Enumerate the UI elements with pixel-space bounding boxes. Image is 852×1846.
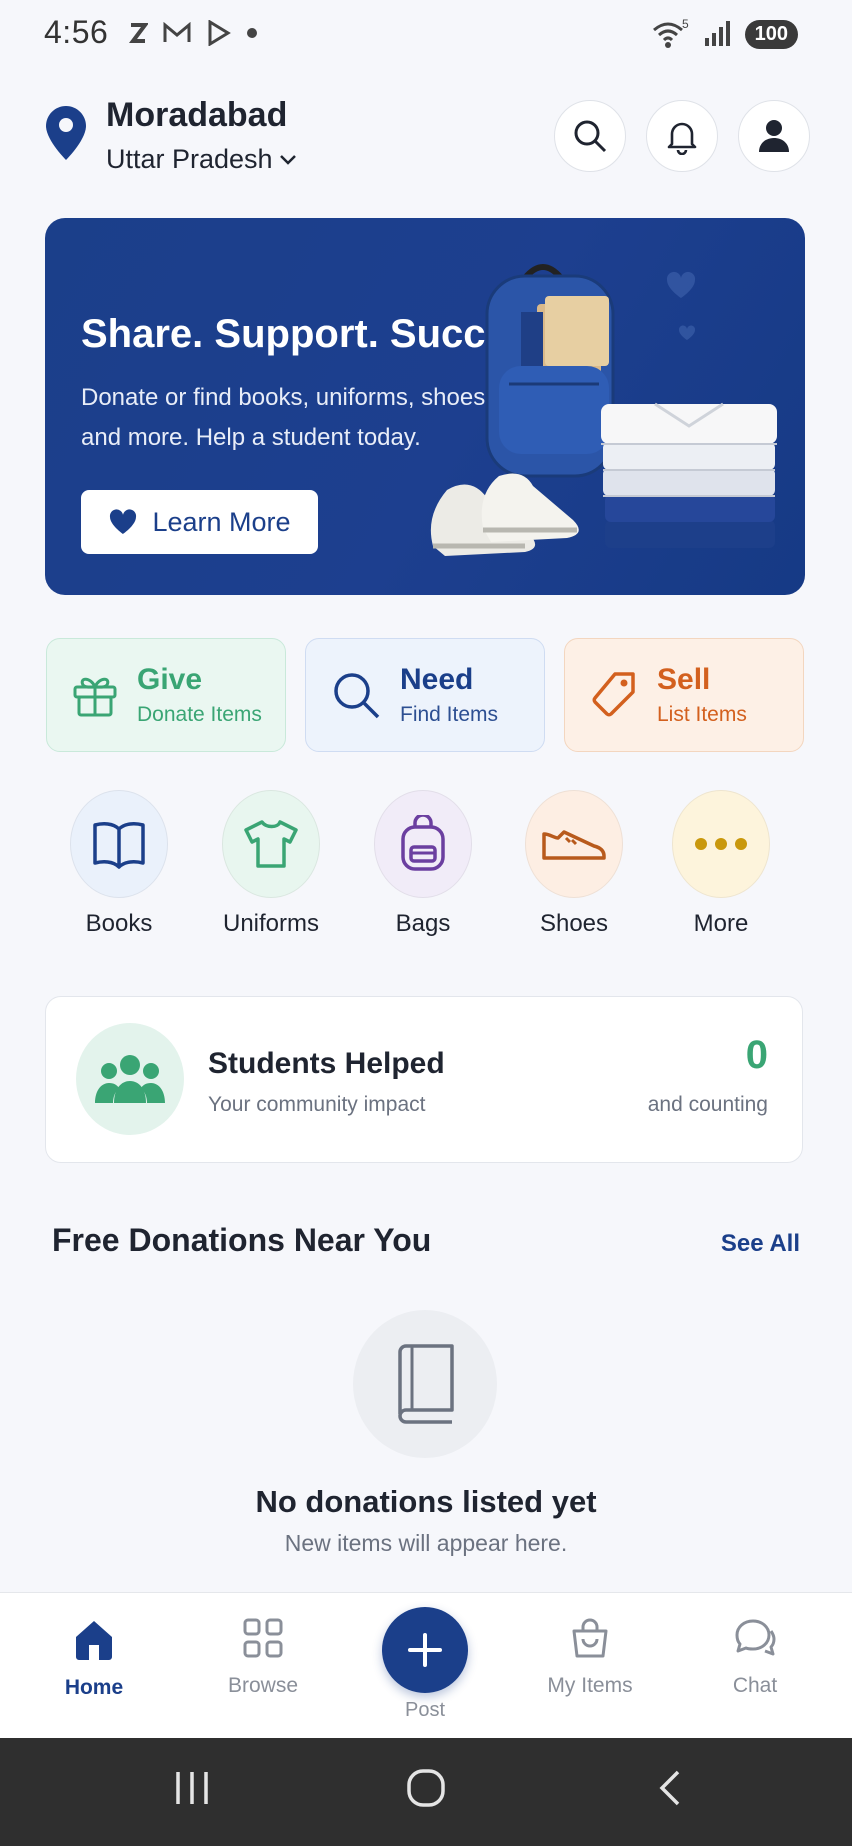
system-icons: 5 100 <box>651 18 798 50</box>
gmail-icon <box>163 22 191 42</box>
wifi-icon: 5 <box>652 18 689 48</box>
give-card[interactable]: Give Donate Items <box>46 638 286 752</box>
need-card[interactable]: Need Find Items <box>305 638 545 752</box>
wifi-badge: 5 <box>682 18 689 31</box>
category-shoes[interactable]: Shoes <box>514 790 634 938</box>
chevron-down-icon <box>279 154 296 165</box>
impact-title: Students Helped <box>208 1047 445 1080</box>
location-pin-icon[interactable] <box>44 104 88 167</box>
backpack-icon <box>401 815 445 871</box>
nav-chat[interactable]: Chat <box>685 1617 825 1698</box>
shopping-bag-icon <box>572 1618 608 1658</box>
home-icon <box>76 1621 112 1660</box>
empty-state-title: No donations listed yet <box>255 1484 597 1519</box>
sell-card[interactable]: Sell List Items <box>564 638 804 752</box>
notifications-button[interactable] <box>646 100 718 172</box>
tag-icon <box>592 672 635 717</box>
nav-home-label: Home <box>64 1676 124 1699</box>
notification-icons <box>128 20 258 46</box>
learn-more-label: Learn More <box>152 506 291 537</box>
empty-state-icon-circle <box>353 1310 497 1458</box>
learn-more-button[interactable]: Learn More <box>81 490 318 554</box>
category-books-label: Books <box>85 910 153 937</box>
sell-subtitle: List Items <box>657 703 747 726</box>
system-navigation-bar <box>0 1738 852 1846</box>
users-icon <box>95 1055 165 1103</box>
category-books[interactable]: Books <box>59 790 179 938</box>
section-title: Free Donations Near You <box>52 1222 432 1258</box>
z-icon <box>129 23 148 43</box>
status-bar: 4:56 5 100 <box>0 0 852 70</box>
nav-browse[interactable]: Browse <box>193 1617 333 1698</box>
category-bags-label: Bags <box>395 910 451 937</box>
chat-icon <box>735 1619 776 1656</box>
impact-subtitle: Your community impact <box>208 1093 426 1116</box>
post-button[interactable] <box>382 1607 468 1693</box>
bottom-navigation: Home Browse Post My Items Chat <box>0 1592 852 1738</box>
nav-browse-label: Browse <box>227 1674 299 1697</box>
book-icon <box>398 1344 454 1424</box>
search-icon <box>574 120 607 153</box>
gift-icon <box>73 677 117 717</box>
status-time: 4:56 <box>44 14 109 50</box>
nav-my-items-label: My Items <box>547 1674 633 1697</box>
sell-title: Sell <box>657 663 711 696</box>
category-shoes-circle <box>525 790 623 898</box>
nav-chat-label: Chat <box>732 1674 778 1697</box>
search-button[interactable] <box>554 100 626 172</box>
profile-button[interactable] <box>738 100 810 172</box>
search-icon <box>334 673 380 719</box>
school-supplies-illustration <box>430 264 777 556</box>
location-region-selector[interactable]: Uttar Pradesh <box>106 144 297 175</box>
nav-post-label: Post <box>404 1699 446 1721</box>
shoe-icon <box>542 830 606 860</box>
recent-apps-icon[interactable] <box>172 1768 212 1808</box>
book-icon <box>93 822 145 869</box>
nav-my-items[interactable]: My Items <box>520 1617 660 1698</box>
give-subtitle: Donate Items <box>137 703 262 726</box>
category-uniforms-circle <box>222 790 320 898</box>
nav-home[interactable]: Home <box>24 1617 164 1700</box>
back-icon[interactable] <box>650 1768 690 1808</box>
category-bags[interactable]: Bags <box>363 790 483 938</box>
give-title: Give <box>137 663 203 696</box>
signal-icon <box>704 21 730 46</box>
category-more-label: More <box>693 910 749 937</box>
empty-state-subtitle: New items will appear here. <box>284 1530 568 1556</box>
grid-icon <box>243 1618 283 1658</box>
location-region: Uttar Pradesh <box>106 144 273 174</box>
plus-icon <box>408 1633 442 1667</box>
impact-count-subtitle: and counting <box>647 1093 768 1116</box>
need-subtitle: Find Items <box>400 703 499 726</box>
more-icon <box>695 838 747 850</box>
profile-icon <box>759 120 789 152</box>
see-all-link[interactable]: See All <box>721 1230 800 1258</box>
heart-icon <box>110 509 137 534</box>
community-icon-circle <box>76 1023 184 1135</box>
category-books-circle <box>70 790 168 898</box>
category-more[interactable]: More <box>661 790 781 938</box>
hero-banner: Share. Support. Succeed. Donate or find … <box>45 218 805 595</box>
category-shoes-label: Shoes <box>539 910 609 937</box>
category-bags-circle <box>374 790 472 898</box>
play-store-icon <box>208 20 231 46</box>
home-system-icon[interactable] <box>406 1768 446 1808</box>
need-title: Need <box>400 663 474 696</box>
category-uniforms[interactable]: Uniforms <box>211 790 331 938</box>
students-helped-card: Students Helped Your community impact 0 … <box>45 996 803 1163</box>
dot-icon <box>247 28 257 38</box>
bell-icon <box>667 122 697 155</box>
category-more-circle <box>672 790 770 898</box>
impact-count: 0 <box>745 1033 768 1077</box>
category-uniforms-label: Uniforms <box>222 910 319 937</box>
battery-indicator: 100 <box>744 19 798 49</box>
shirt-icon <box>244 820 298 868</box>
location-city[interactable]: Moradabad <box>106 96 287 135</box>
